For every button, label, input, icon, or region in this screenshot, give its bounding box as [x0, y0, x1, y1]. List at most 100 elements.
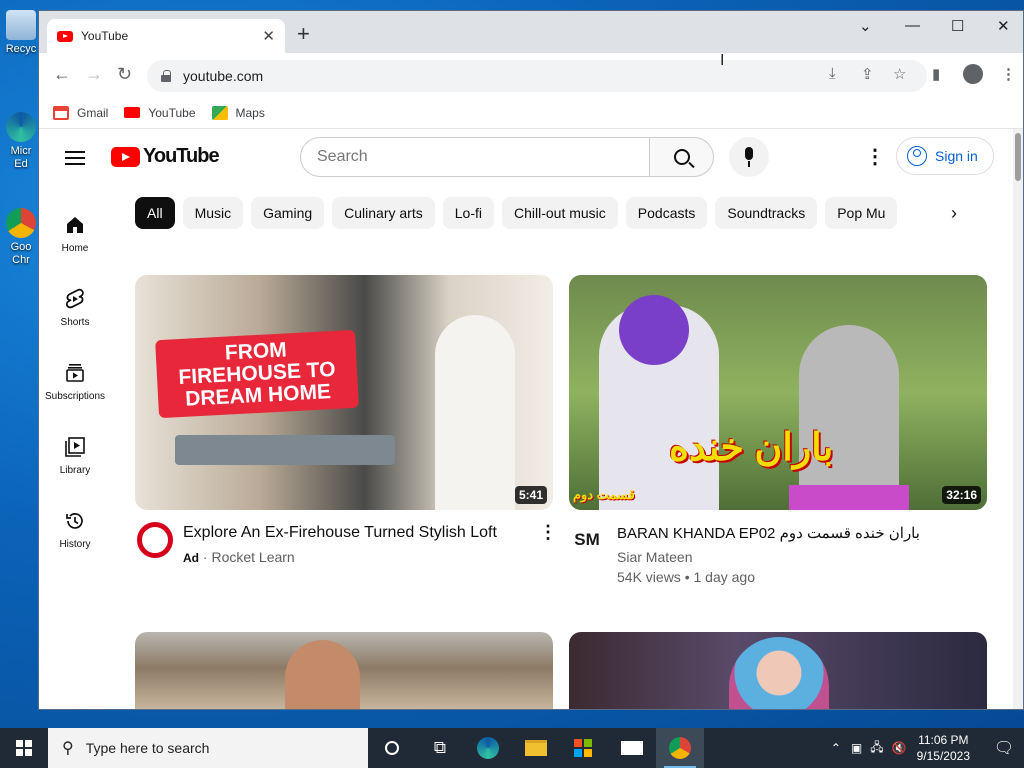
- chip-all[interactable]: All: [135, 197, 175, 229]
- clock-date: 9/15/2023: [916, 749, 970, 763]
- forward-button[interactable]: →: [85, 64, 103, 85]
- tab-search-chevron-icon[interactable]: ⌄: [859, 17, 872, 35]
- sidebar-label: Subscriptions: [44, 391, 106, 402]
- edge-icon: [477, 737, 499, 759]
- search-placeholder: Search: [317, 148, 368, 165]
- video-title[interactable]: Explore An Ex-Firehouse Turned Stylish L…: [183, 524, 497, 542]
- chip-podcasts[interactable]: Podcasts: [625, 197, 708, 229]
- chip-music[interactable]: Music: [182, 197, 244, 229]
- bookmark-gmail[interactable]: Gmail: [53, 105, 108, 120]
- bookmarks-bar: Gmail YouTube Maps: [39, 97, 1023, 129]
- video-thumbnail-3[interactable]: [135, 632, 553, 709]
- maximize-button[interactable]: ☐: [951, 17, 964, 35]
- new-tab-button[interactable]: +: [297, 23, 310, 45]
- recycle-bin-icon: [6, 10, 36, 40]
- video-title[interactable]: BARAN KHANDA EP02 باران خنده قسمت دوم: [617, 524, 920, 542]
- thumbnail-subtext: قسمت دوم: [573, 487, 635, 502]
- table-shape: [175, 435, 395, 465]
- chevron-right-icon[interactable]: ›: [951, 203, 957, 224]
- desktop-icon-label: Recyc: [5, 43, 37, 55]
- actor-shape: [799, 325, 899, 510]
- taskbar-search-input[interactable]: ⚲ Type here to search: [48, 728, 368, 768]
- sidebar-item-home[interactable]: Home: [39, 213, 111, 254]
- taskbar-search-placeholder: Type here to search: [85, 740, 210, 756]
- notification-icon[interactable]: 🗨: [984, 738, 1024, 758]
- close-window-button[interactable]: ✕: [997, 17, 1010, 35]
- cortana-button[interactable]: [368, 728, 416, 768]
- ad-badge: Ad: [183, 551, 199, 565]
- taskbar-chrome[interactable]: [656, 728, 704, 768]
- sidebar-item-history[interactable]: History: [39, 509, 111, 550]
- desktop-icon-edge[interactable]: Micr Ed: [4, 112, 38, 171]
- scrollbar-thumb[interactable]: [1015, 133, 1021, 181]
- address-bar[interactable]: youtube.com: [147, 60, 927, 92]
- sidebar-item-library[interactable]: Library: [39, 435, 111, 476]
- video-thumbnail-1[interactable]: FROM FIREHOUSE TO DREAM HOME 5:41: [135, 275, 553, 510]
- hamburger-menu-icon[interactable]: [65, 151, 85, 165]
- chip-soundtracks[interactable]: Soundtracks: [715, 197, 818, 229]
- logo-text: YouTube: [143, 145, 220, 167]
- chrome-icon: [6, 208, 36, 238]
- video-thumbnail-4[interactable]: [569, 632, 987, 709]
- chip-pop-music[interactable]: Pop Mu: [825, 197, 898, 229]
- device-icon[interactable]: ▣: [851, 741, 862, 755]
- back-button[interactable]: ←: [53, 64, 71, 85]
- volume-muted-icon[interactable]: 🔇: [892, 741, 907, 755]
- bookmark-star-icon[interactable]: ☆: [893, 65, 906, 83]
- taskbar-store[interactable]: [560, 728, 608, 768]
- cortana-icon: [385, 741, 399, 755]
- sign-in-button[interactable]: Sign in: [896, 137, 994, 175]
- clock[interactable]: 11:06 PM 9/15/2023: [917, 732, 970, 764]
- search-icon: ⚲: [62, 740, 74, 757]
- video-menu-icon[interactable]: ⋮: [539, 522, 557, 543]
- voice-search-button[interactable]: [729, 137, 769, 177]
- lock-icon[interactable]: [161, 70, 171, 82]
- chip-culinary-arts[interactable]: Culinary arts: [332, 197, 435, 229]
- desktop-icon-chrome[interactable]: Goo Chr: [4, 208, 38, 267]
- taskbar-file-explorer[interactable]: [512, 728, 560, 768]
- history-icon: [63, 509, 87, 533]
- desktop-icon-label: Micr Ed: [10, 145, 32, 170]
- start-button[interactable]: [0, 728, 48, 768]
- minimize-button[interactable]: —: [905, 17, 920, 34]
- network-icon[interactable]: 🖧: [870, 738, 883, 759]
- channel-name[interactable]: Siar Mateen: [617, 549, 692, 565]
- chip-lo-fi[interactable]: Lo-fi: [442, 197, 494, 229]
- side-panel-icon[interactable]: ▮: [932, 65, 940, 83]
- chip-gaming[interactable]: Gaming: [251, 197, 325, 229]
- profile-icon[interactable]: [963, 64, 983, 84]
- tab-title: YouTube: [81, 29, 129, 43]
- chevron-up-icon[interactable]: ⌃: [831, 741, 841, 755]
- youtube-play-icon: [111, 146, 140, 167]
- tab-close-icon[interactable]: ✕: [262, 27, 275, 45]
- install-icon[interactable]: ⤓: [829, 65, 836, 82]
- desktop-icon-label: Goo Chr: [10, 241, 32, 266]
- settings-menu-icon[interactable]: ⋮: [865, 147, 885, 167]
- bookmark-youtube[interactable]: YouTube: [124, 106, 196, 120]
- person-shape: [285, 640, 360, 709]
- sidebar-item-shorts[interactable]: Shorts: [39, 287, 111, 328]
- youtube-logo[interactable]: YouTube: [111, 145, 220, 168]
- search-input[interactable]: Search: [300, 137, 650, 177]
- chip-chill-out-music[interactable]: Chill-out music: [501, 197, 618, 229]
- page-scrollbar[interactable]: [1013, 129, 1023, 709]
- task-view-button[interactable]: ⧉: [416, 728, 464, 768]
- shorts-icon: [63, 287, 87, 311]
- reload-button[interactable]: ↻: [117, 64, 132, 85]
- tab-youtube[interactable]: YouTube ✕: [47, 19, 285, 53]
- channel-avatar[interactable]: SM: [569, 522, 605, 558]
- chrome-menu-icon[interactable]: ⋮: [1001, 65, 1016, 83]
- channel-name[interactable]: Rocket Learn: [211, 549, 294, 565]
- bookmark-maps[interactable]: Maps: [211, 105, 265, 120]
- search-button[interactable]: [650, 137, 714, 177]
- video-thumbnail-2[interactable]: باران خنده قسمت دوم 32:16: [569, 275, 987, 510]
- actor-hair-shape: [619, 295, 689, 365]
- system-tray: ⌃ ▣ 🖧 🔇 11:06 PM 9/15/2023 🗨: [831, 728, 1024, 768]
- desktop-icon-recycle-bin[interactable]: Recyc: [4, 10, 38, 55]
- sidebar-item-subscriptions[interactable]: Subscriptions: [39, 361, 111, 402]
- task-view-icon: ⧉: [433, 738, 447, 757]
- taskbar-mail[interactable]: [608, 728, 656, 768]
- channel-avatar[interactable]: [137, 522, 173, 558]
- share-icon[interactable]: ⇪: [861, 65, 874, 83]
- taskbar-edge[interactable]: [464, 728, 512, 768]
